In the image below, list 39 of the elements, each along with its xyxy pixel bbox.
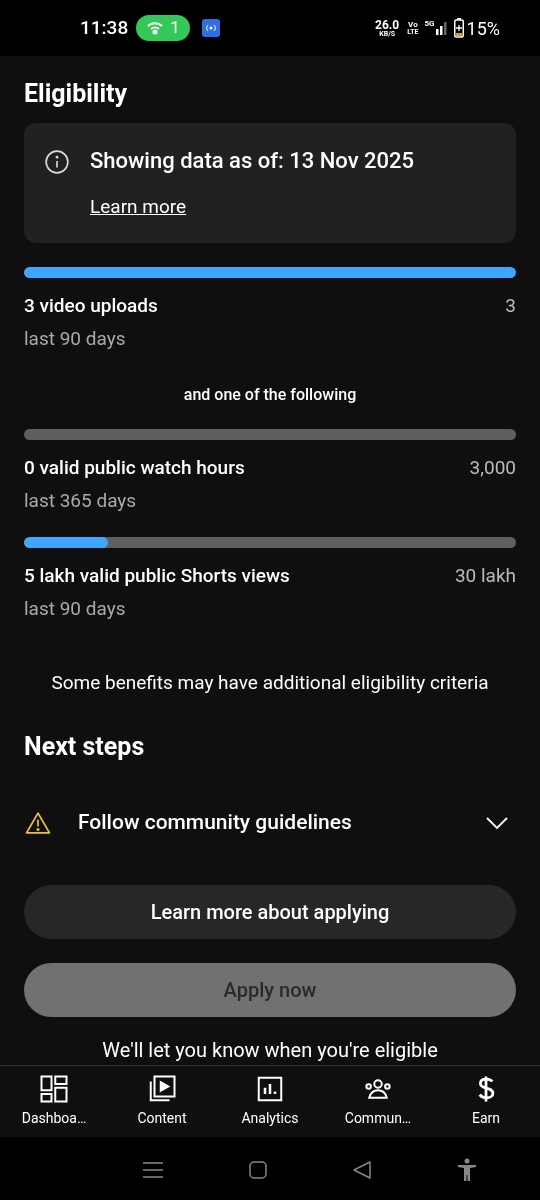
hotspot-badge: 1 bbox=[136, 15, 190, 41]
warning-icon bbox=[24, 811, 52, 835]
requirement-title: 0 valid public watch hours bbox=[24, 455, 245, 482]
requirement-period: last 365 days bbox=[24, 487, 138, 514]
nav-tab[interactable]: Earn bbox=[432, 1065, 540, 1137]
nav-tab[interactable]: Analytics bbox=[216, 1065, 324, 1137]
section-title: Eligibility bbox=[24, 78, 129, 110]
requirement-period: last 90 days bbox=[24, 325, 127, 352]
info-icon bbox=[44, 149, 70, 176]
back-icon[interactable] bbox=[353, 1161, 371, 1180]
accessibility-icon[interactable] bbox=[457, 1158, 477, 1183]
eligibility-footer: We'll let you know when you're eligible bbox=[24, 1034, 516, 1065]
learn-more-button[interactable]: Learn more about applying bbox=[24, 884, 516, 939]
separator-text: and one of the following bbox=[183, 384, 357, 407]
requirement-title: 3 video uploads bbox=[24, 293, 158, 320]
learn-more-link[interactable]: Learn more bbox=[90, 192, 187, 222]
requirement-title: 5 lakh valid public Shorts views bbox=[24, 563, 290, 590]
next-step-item[interactable]: Follow community guidelines bbox=[24, 807, 516, 839]
requirement-target: 30 lakh bbox=[454, 563, 516, 590]
menu-icon[interactable] bbox=[143, 1161, 163, 1180]
nav-tab[interactable]: Dashboa… bbox=[0, 1065, 108, 1137]
signal-icon bbox=[435, 21, 448, 35]
dashboard-icon bbox=[39, 1073, 69, 1104]
chevron-icon bbox=[486, 816, 508, 830]
requirement-target: 3 bbox=[505, 293, 516, 320]
nav-tab[interactable]: Content bbox=[108, 1065, 216, 1137]
home-icon[interactable] bbox=[249, 1161, 267, 1180]
requirement-target: 3,000 bbox=[469, 455, 516, 482]
video-library-icon bbox=[147, 1073, 177, 1104]
battery-level: 15% bbox=[466, 16, 500, 41]
requirement-period: last 90 days bbox=[24, 595, 127, 622]
eligibility-note: Some benefits may have additional eligibility criteria bbox=[50, 670, 490, 697]
battery-icon bbox=[453, 18, 464, 38]
clock: 11:38 bbox=[80, 14, 129, 41]
broadcast-icon bbox=[201, 19, 220, 37]
next-steps-title: Next steps bbox=[24, 730, 146, 763]
nav-tab[interactable]: Commun… bbox=[324, 1065, 432, 1137]
data-date-text: Showing data as of: 13 Nov 2025 bbox=[90, 147, 415, 175]
network-type: 5G bbox=[424, 18, 435, 30]
